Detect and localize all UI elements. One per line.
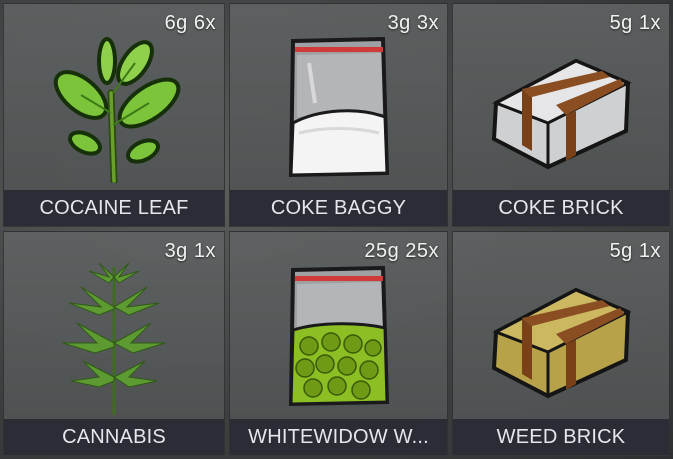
cannabis-plant-icon [4,256,224,417]
coke-brick-icon [453,28,669,188]
inventory-slot-weed-brick[interactable]: 5g 1x WEED BRICK [452,231,670,456]
slot-label: COKE BAGGY [230,190,447,226]
slot-label: COKE BRICK [453,190,669,226]
inventory-slot-cannabis[interactable]: 3g 1x CANNABIS [3,231,225,456]
weed-baggy-icon [230,256,447,417]
slot-label: WHITEWIDOW W... [230,419,447,455]
slot-label: CANNABIS [4,419,224,455]
inventory-slot-coke-brick[interactable]: 5g 1x COKE BRICK [452,3,670,227]
coke-baggy-icon [230,28,447,188]
coca-leaf-icon [4,28,224,188]
weed-brick-icon [453,256,669,417]
inventory-slot-whitewidow[interactable]: 25g 25x WHITEWIDOW W... [229,231,448,456]
inventory-slot-cocaine-leaf[interactable]: 6g 6x COCAINE LEAF [3,3,225,227]
slot-label: COCAINE LEAF [4,190,224,226]
slot-label: WEED BRICK [453,419,669,455]
inventory-slot-coke-baggy[interactable]: 3g 3x COKE BAGGY [229,3,448,227]
inventory-grid: 6g 6x COCAINE LEAF 3g 3x COKE BAGGY 5g 1… [0,0,673,459]
